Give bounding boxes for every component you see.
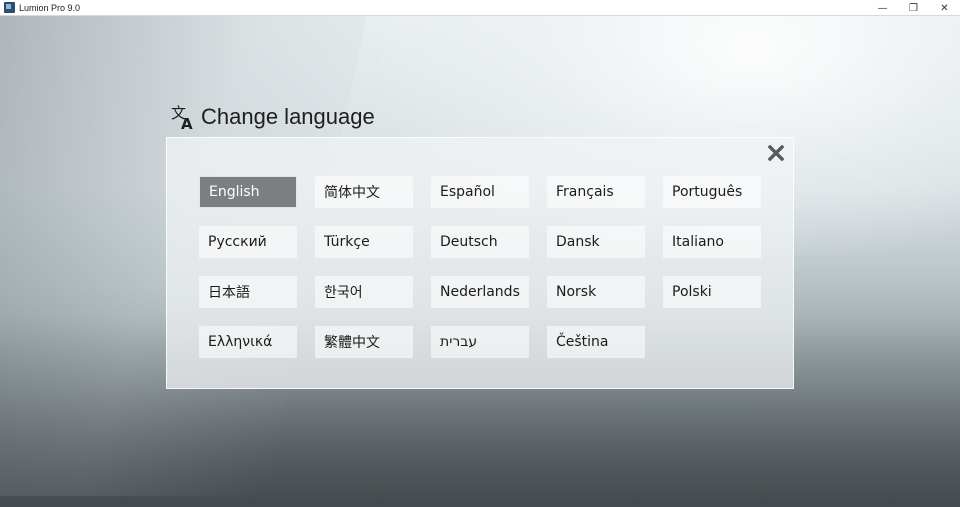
language-grid: English 简体中文 Español Français Português … <box>199 176 761 358</box>
background-stage: 文 A Change language English 简体中文 Español… <box>0 16 960 507</box>
language-option-russian[interactable]: Русский <box>199 226 297 258</box>
app-logo-icon <box>4 2 15 13</box>
dialog-heading: 文 A Change language <box>170 102 375 132</box>
language-option-hebrew[interactable]: עברית <box>431 326 529 358</box>
language-panel: English 简体中文 Español Français Português … <box>166 137 794 389</box>
language-option-turkish[interactable]: Türkçe <box>315 226 413 258</box>
svg-text:A: A <box>181 115 193 130</box>
language-option-greek[interactable]: Ελληνικά <box>199 326 297 358</box>
language-option-danish[interactable]: Dansk <box>547 226 645 258</box>
language-option-italian[interactable]: Italiano <box>663 226 761 258</box>
minimize-button[interactable]: — <box>867 0 898 16</box>
language-option-japanese[interactable]: 日本語 <box>199 276 297 308</box>
language-option-chinese-traditional[interactable]: 繁體中文 <box>315 326 413 358</box>
translate-icon: 文 A <box>171 104 193 130</box>
language-option-norwegian[interactable]: Norsk <box>547 276 645 308</box>
window-title: Lumion Pro 9.0 <box>19 2 81 13</box>
close-window-button[interactable]: ✕ <box>929 0 960 16</box>
close-dialog-button[interactable] <box>767 144 785 162</box>
language-option-french[interactable]: Français <box>547 176 645 208</box>
language-option-polish[interactable]: Polski <box>663 276 761 308</box>
window-controls: — ❐ ✕ <box>867 0 960 16</box>
language-option-portuguese[interactable]: Português <box>663 176 761 208</box>
language-option-czech[interactable]: Čeština <box>547 326 645 358</box>
language-option-korean[interactable]: 한국어 <box>315 276 413 308</box>
language-option-chinese-simplified[interactable]: 简体中文 <box>315 176 413 208</box>
language-option-spanish[interactable]: Español <box>431 176 529 208</box>
language-option-dutch[interactable]: Nederlands <box>431 276 529 308</box>
restore-button[interactable]: ❐ <box>898 0 929 16</box>
language-option-english[interactable]: English <box>199 176 297 208</box>
close-icon <box>768 145 784 161</box>
language-option-german[interactable]: Deutsch <box>431 226 529 258</box>
title-bar: Lumion Pro 9.0 — ❐ ✕ <box>0 0 960 16</box>
page-title: Change language <box>201 104 375 129</box>
